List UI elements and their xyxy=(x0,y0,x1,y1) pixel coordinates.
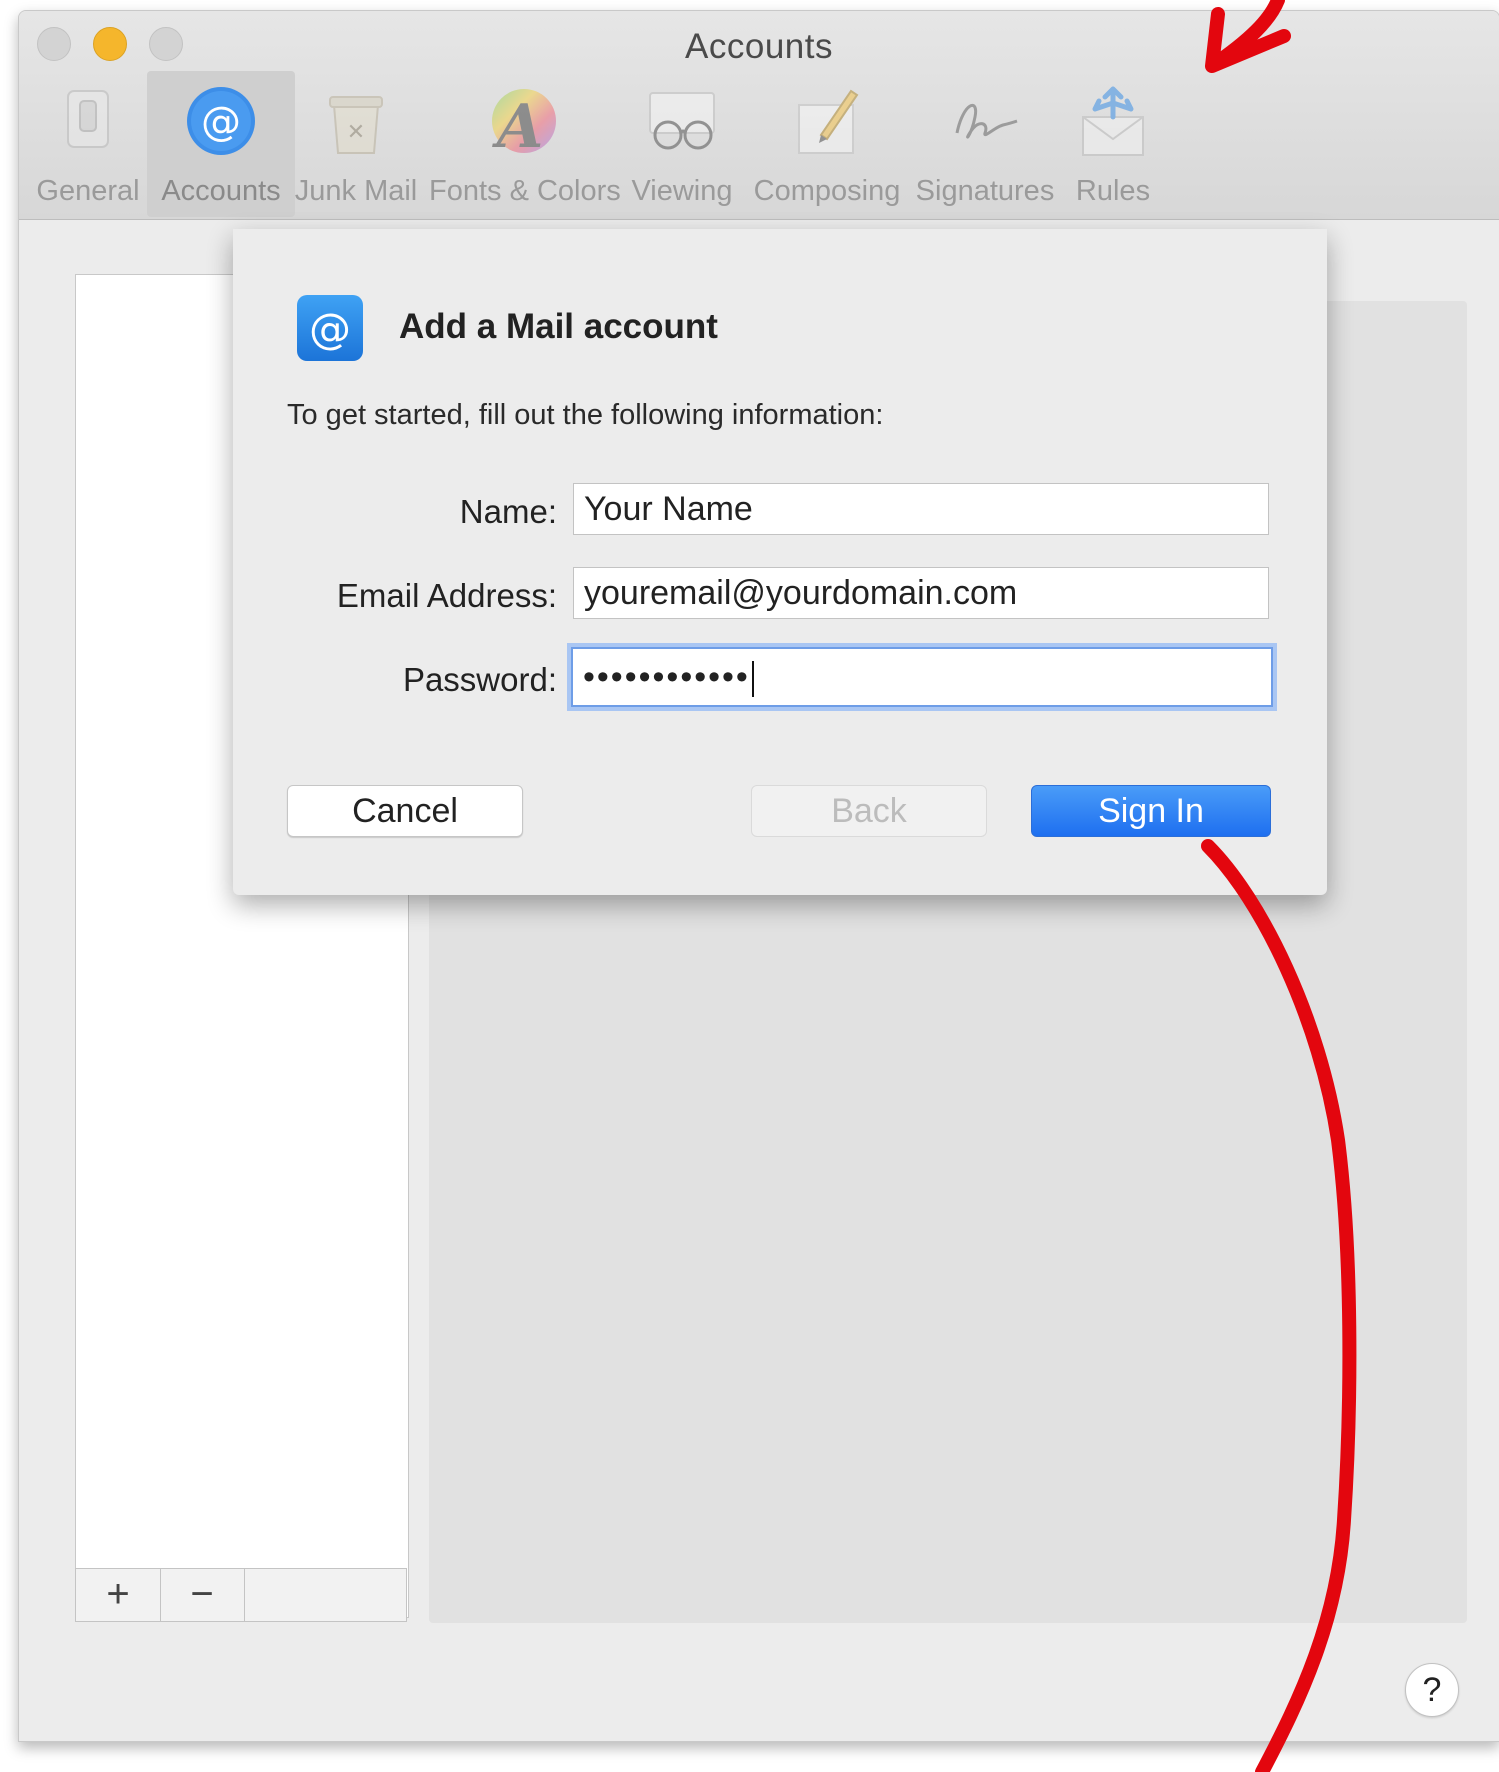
tab-junk-mail[interactable]: ✕ Junk Mail xyxy=(291,71,421,217)
name-label: Name: xyxy=(459,493,557,530)
at-sign-icon: @ xyxy=(297,295,363,361)
junk-mail-trash-icon: ✕ xyxy=(329,96,383,154)
email-field[interactable]: youremail@yourdomain.com xyxy=(573,567,1269,619)
tab-composing[interactable]: Composing xyxy=(753,71,901,217)
cancel-button[interactable]: Cancel xyxy=(287,785,523,837)
back-button[interactable]: Back xyxy=(751,785,987,837)
accounts-list-toolbar: + − xyxy=(75,1568,407,1622)
rules-envelope-icon xyxy=(1082,86,1144,156)
add-account-button[interactable]: + xyxy=(76,1569,161,1621)
svg-text:✕: ✕ xyxy=(347,120,365,145)
add-mail-account-sheet: @ Add a Mail account To get started, fil… xyxy=(233,229,1327,895)
sign-in-button[interactable]: Sign In xyxy=(1031,785,1271,837)
tab-signatures[interactable]: Signatures xyxy=(911,71,1059,217)
glasses-icon xyxy=(649,92,715,150)
tab-viewing[interactable]: Viewing xyxy=(623,71,741,217)
name-field[interactable]: Your Name xyxy=(573,483,1269,535)
tab-composing-label: Composing xyxy=(753,175,901,207)
tab-viewing-label: Viewing xyxy=(631,175,733,207)
text-caret xyxy=(751,661,754,698)
tab-signatures-label: Signatures xyxy=(915,175,1055,207)
window-title: Accounts xyxy=(685,27,833,66)
tab-accounts[interactable]: @ Accounts xyxy=(147,71,295,217)
svg-text:@: @ xyxy=(309,304,351,353)
tab-fonts-colors-label: Fonts & Colors xyxy=(429,175,621,207)
at-sign-icon: @ xyxy=(187,87,255,155)
signature-icon xyxy=(955,104,1018,139)
tab-accounts-label: Accounts xyxy=(161,175,281,207)
help-button[interactable]: ? xyxy=(1405,1663,1459,1717)
remove-account-button[interactable]: − xyxy=(160,1569,245,1621)
preferences-toolbar: General @ Accounts ✕ Junk Mail A Fonts &… xyxy=(19,71,1499,219)
title-bar: Accounts General @ Accounts ✕ Junk Mail … xyxy=(19,11,1499,220)
tab-rules[interactable]: Rules xyxy=(1065,71,1161,217)
sheet-title: Add a Mail account xyxy=(399,307,718,346)
mail-preferences-window: Accounts General @ Accounts ✕ Junk Mail … xyxy=(18,10,1499,1742)
tab-junk-mail-label: Junk Mail xyxy=(294,175,418,207)
fonts-colors-icon: A xyxy=(492,89,556,159)
tab-fonts-colors[interactable]: A Fonts & Colors xyxy=(429,71,621,217)
svg-text:A: A xyxy=(492,92,544,159)
tab-general-label: General xyxy=(36,175,140,207)
password-field[interactable]: •••••••••••• xyxy=(571,647,1273,707)
password-masked-value: •••••••••••• xyxy=(583,658,750,696)
sheet-instructions: To get started, fill out the following i… xyxy=(287,399,884,431)
tab-rules-label: Rules xyxy=(1075,175,1151,207)
tab-general[interactable]: General xyxy=(33,71,143,217)
svg-text:@: @ xyxy=(201,99,241,145)
password-label: Password: xyxy=(402,661,557,698)
pencil-paper-icon xyxy=(798,89,859,154)
email-label: Email Address: xyxy=(336,577,557,614)
general-switch-icon xyxy=(67,90,109,148)
